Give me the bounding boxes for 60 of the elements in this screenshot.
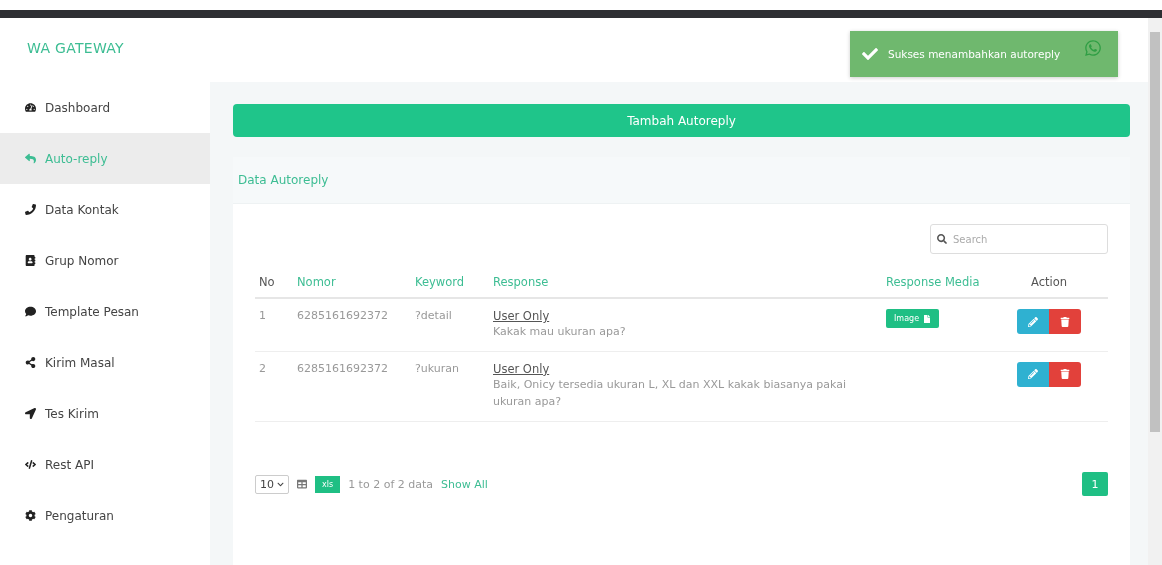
pencil-icon (1028, 316, 1038, 327)
speech-bubble-icon (25, 306, 36, 317)
gauge-icon (25, 102, 36, 113)
page-size-select[interactable]: 10 (255, 474, 289, 494)
sidebar-item[interactable]: Rest API (0, 439, 210, 490)
response-text: Baik, Onicy tersedia ukuran L, XL dan XXL kakak biasanya pakai ukuran apa? (493, 376, 848, 411)
column-header[interactable]: Keyword (411, 270, 489, 299)
sidebar-item[interactable]: Dashboard (0, 82, 210, 133)
brand-name: WA GATEWAY (26, 39, 125, 58)
file-icon (923, 314, 932, 323)
table-cell: ?ukuran (411, 351, 489, 422)
add-autoreply-button[interactable]: Tambah Autoreply (233, 104, 1130, 137)
media-button[interactable]: Image (886, 309, 940, 329)
response-type: User Only (493, 361, 551, 376)
sidebar-item[interactable]: Pengaturan (0, 490, 210, 541)
share-icon (25, 357, 36, 368)
code-icon (25, 459, 36, 470)
show-all-link[interactable]: Show All (441, 477, 488, 491)
scrollbar[interactable] (1148, 18, 1162, 565)
search-icon (937, 234, 947, 244)
paper-plane-icon (25, 408, 36, 419)
sidebar-item[interactable]: Grup Nomor (0, 235, 210, 286)
delete-button[interactable] (1049, 309, 1081, 335)
table-cell: ?detail (411, 298, 489, 352)
table-cell: 2 (255, 351, 293, 422)
pencil-icon (1028, 369, 1038, 380)
response-text: Kakak mau ukuran apa? (493, 324, 627, 341)
response-type: User Only (493, 309, 551, 324)
sidebar-item[interactable]: Data Kontak (0, 184, 210, 235)
toast-message: Sukses menambahkan autoreply (888, 48, 1061, 60)
edit-button[interactable] (1017, 361, 1049, 387)
column-header: No (255, 270, 293, 299)
phone-icon (25, 204, 36, 215)
column-header[interactable]: Nomor (293, 270, 411, 299)
chevron-down-icon (277, 480, 284, 488)
trash-icon (1060, 316, 1070, 327)
table-info: 1 to 2 of 2 data (348, 477, 434, 491)
chat-bubble-icon (1084, 39, 1102, 57)
delete-button[interactable] (1049, 361, 1081, 387)
contact-book-icon (25, 255, 36, 266)
table-cell: 6285161692372 (293, 351, 411, 422)
search-field[interactable]: Search (930, 224, 1108, 254)
trash-icon (1060, 369, 1070, 380)
table-icon[interactable] (297, 479, 307, 490)
column-header: Action (990, 270, 1108, 299)
sidebar-item[interactable]: Tes Kirim (0, 388, 210, 439)
table-cell: 1 (255, 298, 293, 352)
sidebar-item[interactable]: Template Pesan (0, 286, 210, 337)
column-header[interactable]: Response Media (882, 270, 990, 299)
card-title: Data Autoreply (238, 173, 329, 187)
column-header[interactable]: Response (489, 270, 882, 299)
export-button[interactable]: xls (315, 475, 341, 493)
table-cell: 6285161692372 (293, 298, 411, 352)
page-button[interactable]: 1 (1082, 472, 1108, 497)
reply-icon (25, 153, 36, 164)
sidebar-item[interactable]: Kirim Masal (0, 337, 210, 388)
check-icon (862, 46, 878, 62)
settings-icon (25, 510, 36, 521)
edit-button[interactable] (1017, 309, 1049, 335)
sidebar-item[interactable]: Auto-reply (0, 133, 210, 184)
